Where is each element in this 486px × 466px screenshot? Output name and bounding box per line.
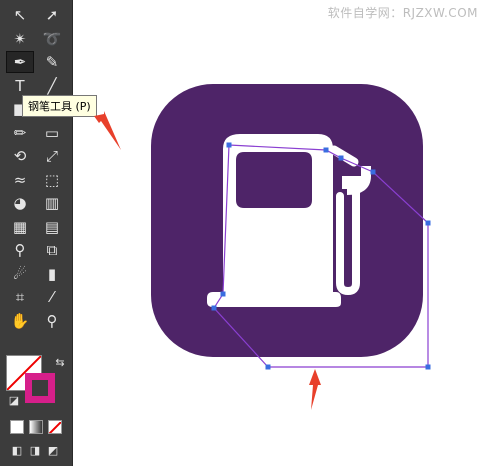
anchor-point: [425, 220, 431, 226]
anchor-point: [226, 142, 232, 148]
anchor-point: [425, 364, 431, 370]
anchor-point: [338, 155, 344, 161]
anchor-point: [370, 169, 376, 175]
anchor-point: [265, 364, 271, 370]
annotation-arrow: [309, 369, 321, 410]
anchor-point: [323, 147, 329, 153]
anchor-point: [211, 305, 217, 311]
artboard[interactable]: [0, 0, 486, 466]
anchor-point: [220, 291, 226, 297]
annotation-arrow: [94, 111, 121, 150]
